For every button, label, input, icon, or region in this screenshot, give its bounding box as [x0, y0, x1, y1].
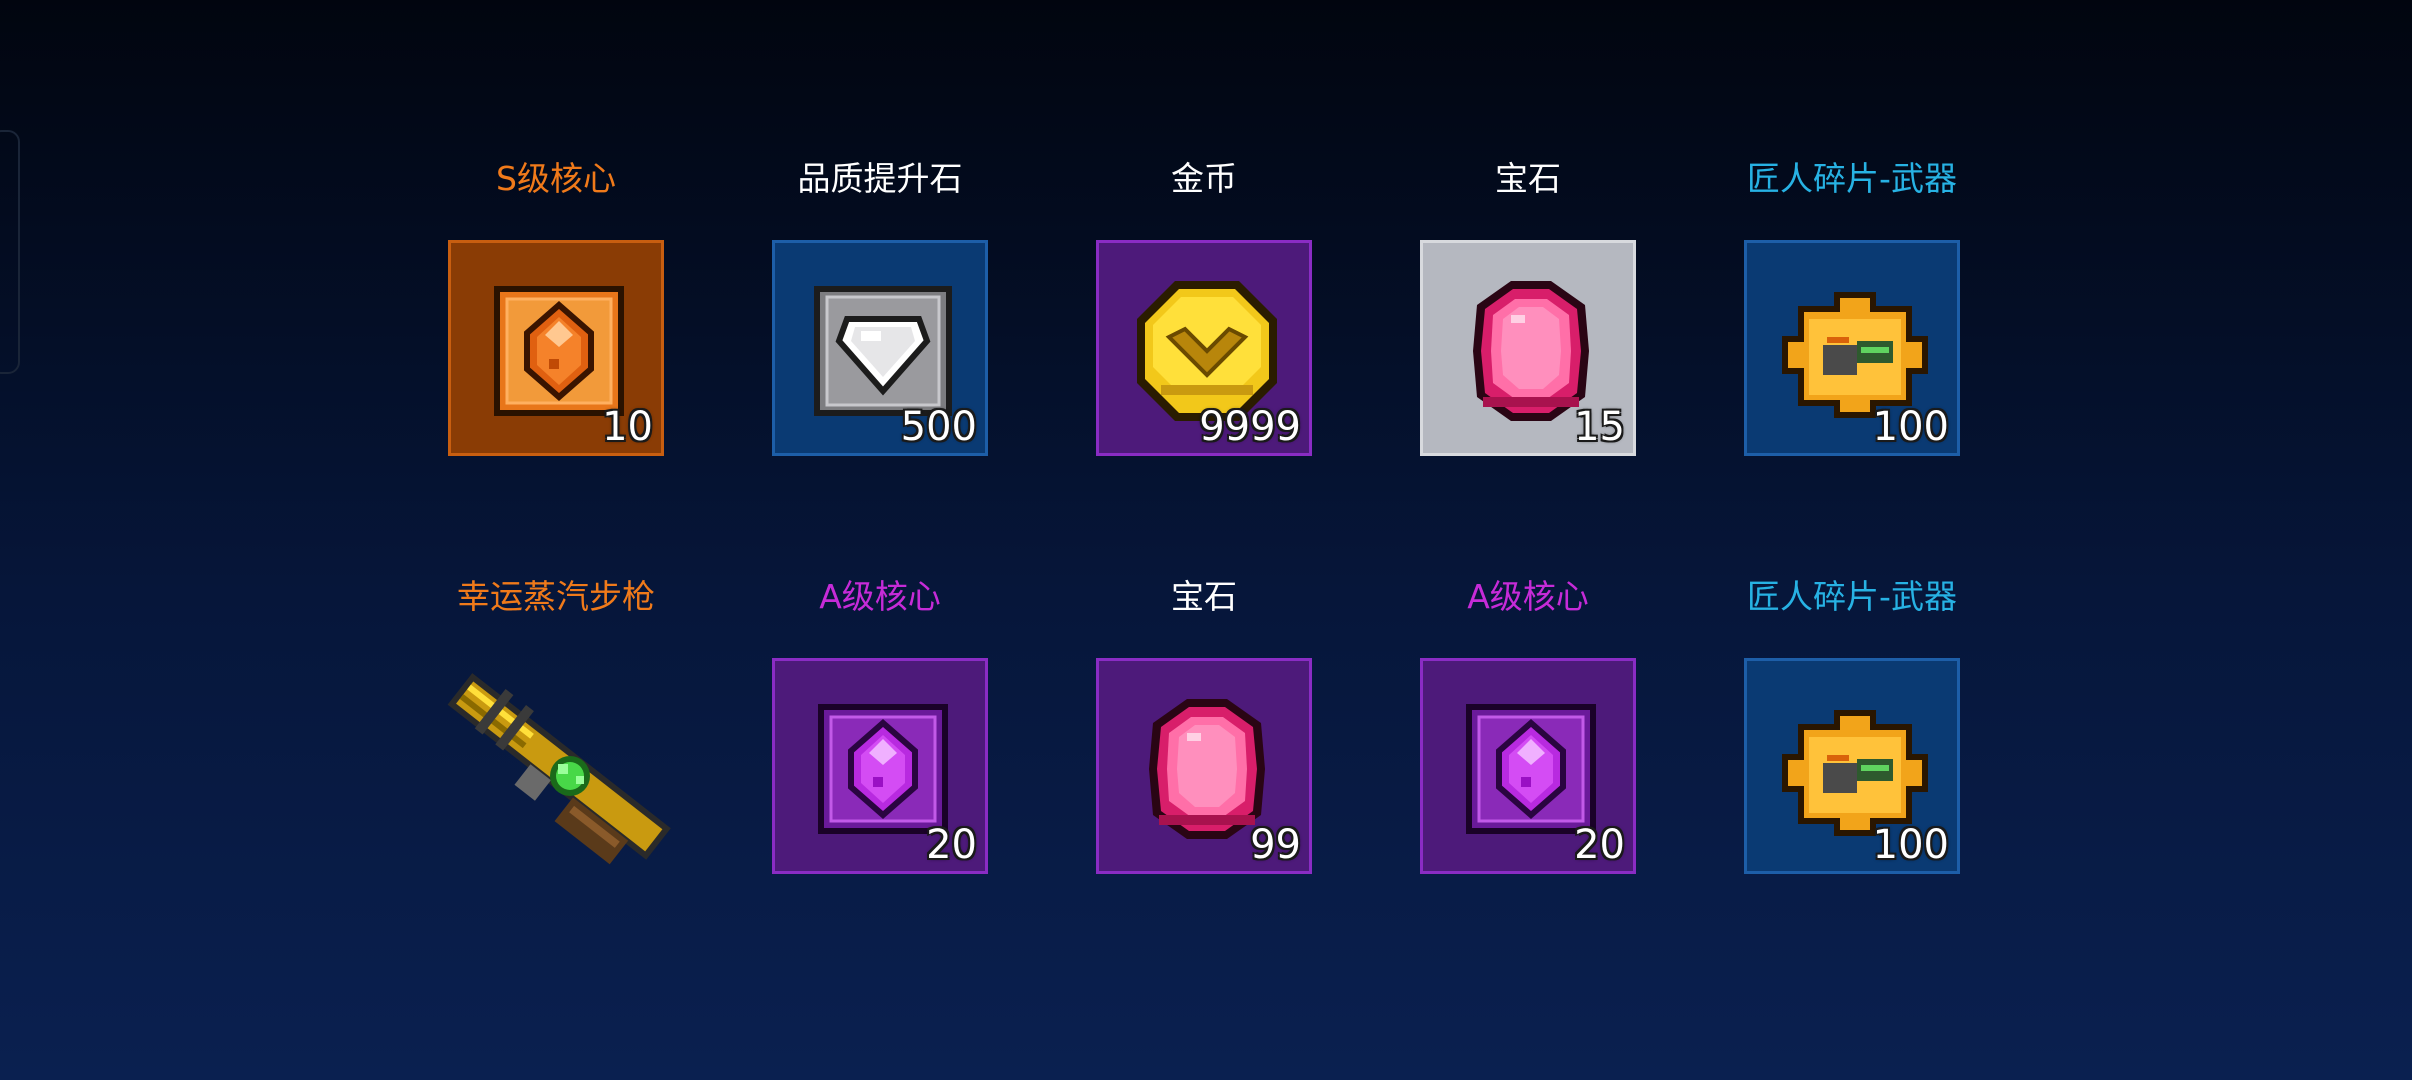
reward-item[interactable]: 品质提升石 500	[772, 150, 988, 490]
reward-grid: S级核心 10 品质提升石 500 金币 9999 宝石 15 匠人碎片-武器 …	[447, 150, 1968, 910]
reward-item[interactable]: 金币 9999	[1096, 150, 1312, 490]
reward-count: 20	[926, 822, 977, 868]
reward-tile[interactable]: 20	[772, 658, 988, 874]
reward-count: 20	[1574, 822, 1625, 868]
reward-tile[interactable]: 100	[1744, 240, 1960, 456]
reward-count: 10	[602, 404, 653, 450]
reward-count: 15	[1574, 404, 1625, 450]
reward-count: 100	[1872, 404, 1949, 450]
reward-item[interactable]: S级核心 10	[448, 150, 664, 490]
reward-tile[interactable]: 20	[1420, 658, 1636, 874]
reward-name: 宝石	[1495, 159, 1561, 198]
side-panel-tab[interactable]	[0, 130, 20, 374]
reward-name: A级核心	[1467, 577, 1589, 616]
reward-name: 匠人碎片-武器	[1747, 159, 1957, 198]
reward-name: A级核心	[819, 577, 941, 616]
reward-item[interactable]: 匠人碎片-武器 100	[1744, 568, 1960, 908]
reward-tile[interactable]: 500	[772, 240, 988, 456]
reward-name: 金币	[1171, 159, 1237, 198]
reward-tile[interactable]: 10	[448, 240, 664, 456]
reward-name: 幸运蒸汽步枪	[457, 577, 655, 616]
reward-name: 品质提升石	[797, 159, 963, 198]
reward-item[interactable]: A级核心 20	[772, 568, 988, 908]
reward-item[interactable]: 宝石 15	[1420, 150, 1636, 490]
reward-count: 100	[1872, 822, 1949, 868]
reward-item[interactable]: 匠人碎片-武器 100	[1744, 150, 1960, 490]
reward-tile[interactable]: 15	[1420, 240, 1636, 456]
reward-count: 99	[1250, 822, 1301, 868]
reward-item[interactable]: A级核心 20	[1420, 568, 1636, 908]
reward-item[interactable]: 幸运蒸汽步枪	[447, 568, 671, 908]
reward-name: 宝石	[1171, 577, 1237, 616]
reward-count: 500	[900, 404, 977, 450]
reward-count: 9999	[1199, 404, 1301, 450]
reward-tile[interactable]: 100	[1744, 658, 1960, 874]
reward-name: S级核心	[496, 159, 616, 198]
reward-name: 匠人碎片-武器	[1747, 577, 1957, 616]
reward-tile[interactable]: 99	[1096, 658, 1312, 874]
reward-item[interactable]: 宝石 99	[1096, 568, 1312, 908]
steam-rifle-icon	[438, 658, 678, 878]
reward-tile[interactable]: 9999	[1096, 240, 1312, 456]
